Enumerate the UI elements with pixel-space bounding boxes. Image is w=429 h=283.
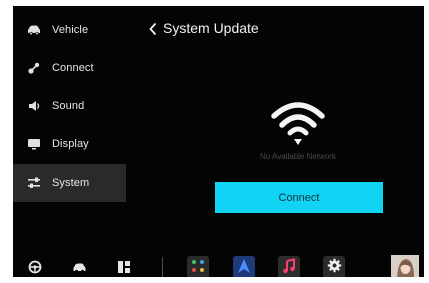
sidebar-item-label: System [52,177,90,189]
user-avatar[interactable] [391,255,419,277]
chevron-left-icon [148,21,158,40]
sidebar-item-vehicle[interactable]: Vehicle [13,11,126,49]
sidebar-item-label: Display [52,138,89,150]
sidebar-item-connect[interactable]: Connect [13,49,126,87]
music-app-icon [281,257,297,278]
apps-grid-button[interactable] [112,257,136,277]
network-status-text: No Available Network [260,152,336,161]
speaker-icon [27,99,41,113]
sliders-icon [27,176,41,190]
dock-divider [162,257,163,277]
infotainment-screen: Vehicle Connect Sound Display System Sys… [13,6,424,277]
display-icon [27,137,41,151]
sidebar-item-system[interactable]: System [13,164,126,202]
settings-app-icon [327,258,342,277]
bluetooth-connect-icon [27,61,41,75]
steering-wheel-button[interactable] [23,257,47,277]
vehicle-button[interactable] [67,257,91,277]
phone-app-icon [190,258,206,278]
back-button[interactable] [142,18,164,42]
sidebar-item-label: Connect [52,62,94,74]
navigation-app-icon [237,258,251,278]
sidebar-item-sound[interactable]: Sound [13,87,126,125]
connect-button[interactable]: Connect [215,182,383,213]
music-app-tile[interactable] [278,256,300,277]
steering-wheel-icon [28,259,42,278]
phone-app-tile[interactable] [187,256,209,277]
settings-app-tile[interactable] [323,256,345,277]
sidebar-item-label: Sound [52,100,85,112]
navigation-app-tile[interactable] [233,256,255,277]
grid-icon [117,259,131,278]
car-icon [27,23,41,37]
wifi-icon [268,96,328,148]
page-title: System Update [163,20,259,36]
car-icon [72,259,87,278]
sidebar-item-label: Vehicle [52,24,89,36]
sidebar-item-display[interactable]: Display [13,125,126,163]
